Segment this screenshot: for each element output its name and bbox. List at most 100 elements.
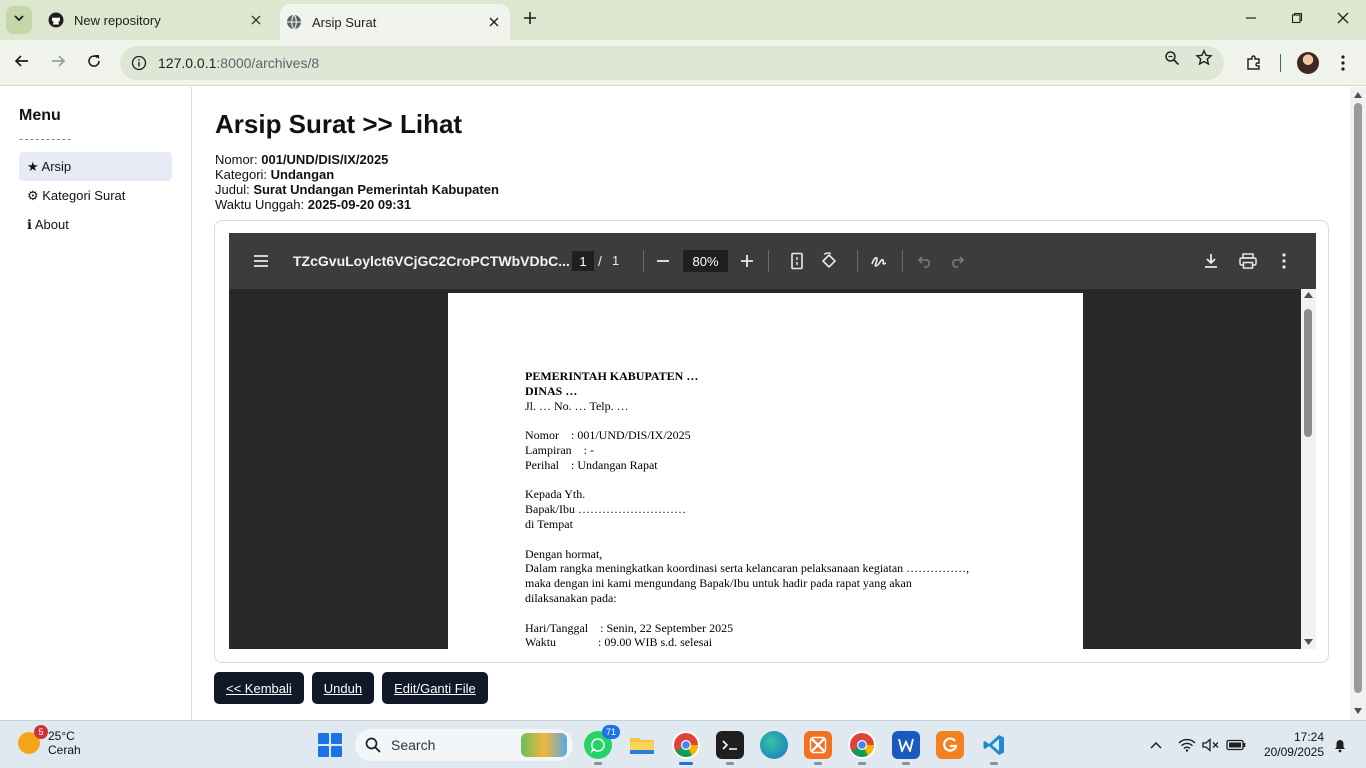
- plus-icon: [523, 11, 537, 30]
- volume-muted-icon[interactable]: [1201, 735, 1221, 755]
- browser-tab-strip: New repository Arsip Surat: [0, 0, 1366, 40]
- edit-file-button[interactable]: Edit/Ganti File: [382, 672, 488, 704]
- letter-line: dilaksanakan pada:: [525, 590, 617, 605]
- rotate-icon[interactable]: [817, 249, 841, 273]
- terminal-icon[interactable]: [716, 731, 744, 765]
- extensions-icon[interactable]: [1241, 50, 1267, 76]
- browser-menu-icon[interactable]: [1330, 50, 1356, 76]
- start-button[interactable]: [318, 733, 342, 757]
- print-icon[interactable]: [1236, 249, 1260, 273]
- zoom-level-input[interactable]: 80%: [683, 250, 728, 272]
- sidebar-item-kategori-surat[interactable]: ⚙ Kategori Surat: [19, 181, 172, 210]
- close-window-button[interactable]: [1320, 6, 1366, 34]
- back-link-button[interactable]: << Kembali: [214, 672, 304, 704]
- url-text: 127.0.0.1:8000/archives/8: [158, 55, 319, 71]
- reload-button[interactable]: [81, 50, 107, 76]
- taskbar-search[interactable]: Search: [355, 729, 573, 761]
- page-scrollbar[interactable]: [1350, 87, 1366, 720]
- xampp-icon[interactable]: [804, 731, 832, 765]
- toolbar-divider: [768, 250, 769, 272]
- pdf-scrollbar[interactable]: [1301, 289, 1316, 649]
- scroll-up-icon[interactable]: [1354, 92, 1362, 98]
- restore-button[interactable]: [1274, 6, 1320, 34]
- scroll-up-icon[interactable]: [1304, 292, 1313, 298]
- letter-line: Nomor : 001/UND/DIS/IX/2025: [525, 428, 691, 443]
- more-options-icon[interactable]: [1272, 249, 1296, 273]
- sidebar-separator: ----------: [19, 131, 73, 146]
- app-g-icon[interactable]: [936, 731, 964, 759]
- hamburger-menu-icon[interactable]: [249, 249, 273, 273]
- meta-label: Kategori:: [215, 167, 271, 182]
- page-scrollbar-thumb[interactable]: [1354, 103, 1362, 693]
- arrow-left-icon: [14, 53, 30, 74]
- download-icon[interactable]: [1199, 249, 1223, 273]
- letter-line: [525, 606, 969, 621]
- close-icon[interactable]: [246, 10, 266, 30]
- close-icon[interactable]: [484, 12, 504, 32]
- weather-temp: 25°C: [48, 729, 75, 743]
- bookmark-star-icon[interactable]: [1194, 48, 1214, 68]
- annotate-icon[interactable]: [867, 249, 891, 273]
- running-indicator: [679, 762, 693, 765]
- chevron-up-icon[interactable]: [1146, 735, 1166, 755]
- letter-line: Waktu : 09.00 WIB s.d. selesai: [525, 635, 713, 649]
- scroll-down-icon[interactable]: [1304, 639, 1313, 645]
- address-bar[interactable]: 127.0.0.1:8000/archives/8: [120, 46, 1224, 80]
- meta-value: Surat Undangan Pemerintah Kabupaten: [253, 182, 499, 197]
- letter-line: [525, 473, 969, 488]
- main-content: Arsip Surat >> Lihat Nomor: 001/UND/DIS/…: [215, 109, 1330, 212]
- action-buttons: << Kembali Unduh Edit/Ganti File: [214, 672, 488, 704]
- sidebar: Menu ---------- ★ Arsip ⚙ Kategori Surat…: [0, 87, 192, 720]
- word-icon[interactable]: [892, 731, 920, 765]
- page-separator: /: [598, 253, 602, 269]
- download-button[interactable]: Unduh: [311, 672, 375, 704]
- pdf-viewer-card: TZcGvuLoylct6VCjGC2CroPCTWbVDbC... 1 / 1…: [214, 220, 1329, 663]
- toolbar-divider: [643, 250, 644, 272]
- forward-button[interactable]: [45, 50, 71, 76]
- pdf-viewer[interactable]: TZcGvuLoylct6VCjGC2CroPCTWbVDbC... 1 / 1…: [229, 233, 1316, 649]
- sidebar-heading: Menu: [19, 107, 61, 124]
- tab-search-button[interactable]: [6, 6, 32, 34]
- notification-bell-icon[interactable]: [1330, 735, 1350, 755]
- zoom-icon[interactable]: [1162, 48, 1182, 68]
- battery-icon[interactable]: [1226, 735, 1246, 755]
- tab-arsip-surat[interactable]: Arsip Surat: [280, 4, 510, 40]
- system-clock[interactable]: 17:24 20/09/2025: [1256, 730, 1324, 760]
- scroll-down-icon[interactable]: [1354, 708, 1362, 714]
- weather-widget[interactable]: 5 25°C Cerah: [18, 725, 81, 757]
- profile-avatar[interactable]: [1297, 52, 1319, 74]
- pdf-scrollbar-thumb[interactable]: [1304, 309, 1312, 437]
- edge-icon[interactable]: [760, 731, 788, 759]
- letter-line: [525, 532, 969, 547]
- toolbar-divider: [902, 250, 903, 272]
- undo-icon[interactable]: [913, 249, 937, 273]
- sidebar-item-arsip[interactable]: ★ Arsip: [19, 152, 172, 181]
- vscode-icon[interactable]: [980, 731, 1008, 765]
- tab-new-repository[interactable]: New repository: [40, 0, 272, 40]
- tab-title: Arsip Surat: [312, 14, 377, 30]
- fit-page-icon[interactable]: [785, 249, 809, 273]
- letter-line: DINAS …: [525, 383, 578, 398]
- back-button[interactable]: [9, 50, 35, 76]
- notification-badge: 5: [34, 725, 48, 739]
- redo-icon[interactable]: [945, 249, 969, 273]
- site-info-icon[interactable]: [122, 55, 156, 71]
- page-total: 1: [612, 253, 620, 268]
- whatsapp-icon[interactable]: 71: [584, 725, 620, 765]
- file-explorer-icon[interactable]: [628, 731, 656, 759]
- page-number-input[interactable]: 1: [572, 251, 594, 271]
- meta-kategori: Kategori: Undangan: [215, 167, 1330, 182]
- chrome-icon[interactable]: [672, 731, 700, 765]
- url-host: 127.0.0.1: [158, 55, 217, 71]
- wifi-icon[interactable]: [1177, 735, 1197, 755]
- new-tab-button[interactable]: [518, 8, 542, 32]
- running-indicator: [594, 762, 602, 765]
- chrome-profile-icon[interactable]: [848, 731, 876, 765]
- minimize-button[interactable]: [1228, 6, 1274, 34]
- zoom-in-icon[interactable]: [735, 249, 759, 273]
- sidebar-item-about[interactable]: ℹ About: [19, 210, 172, 239]
- letter-line: Lampiran : -: [525, 442, 594, 457]
- meta-value: Undangan: [270, 167, 335, 182]
- zoom-out-icon[interactable]: [651, 249, 675, 273]
- running-indicator: [814, 762, 822, 765]
